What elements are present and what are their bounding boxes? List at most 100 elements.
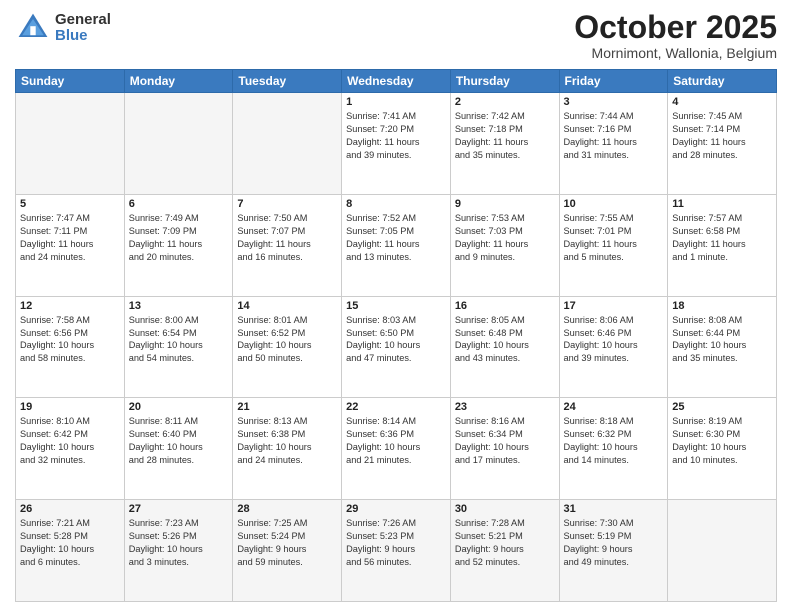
title-block: October 2025 Mornimont, Wallonia, Belgiu… bbox=[574, 10, 777, 61]
day-number: 5 bbox=[20, 198, 120, 210]
calendar-cell: 13 Sunrise: 8:00 AMSunset: 6:54 PMDayligh… bbox=[124, 296, 233, 398]
calendar-cell: 29 Sunrise: 7:26 AMSunset: 5:23 PMDayligh… bbox=[342, 500, 451, 602]
day-number: 17 bbox=[564, 300, 664, 312]
calendar-cell: 1 Sunrise: 7:41 AMSunset: 7:20 PMDaylight… bbox=[342, 93, 451, 195]
day-number: 24 bbox=[564, 401, 664, 413]
calendar-cell: 31 Sunrise: 7:30 AMSunset: 5:19 PMDayligh… bbox=[559, 500, 668, 602]
calendar-cell: 7Sunrise: 7:50 AMSunset: 7:07 PMDaylight… bbox=[233, 194, 342, 296]
day-number: 12 bbox=[20, 300, 120, 312]
day-info: Sunrise: 7:25 AMSunset: 5:24 PMDaylight:… bbox=[237, 517, 337, 569]
calendar-table: Sunday Monday Tuesday Wednesday Thursday… bbox=[15, 69, 777, 602]
day-info: Sunrise: 7:47 AMSunset: 7:11 PMDaylight:… bbox=[20, 212, 120, 264]
day-info: Sunrise: 7:45 AMSunset: 7:14 PMDaylight:… bbox=[672, 110, 772, 162]
calendar-cell: 19 Sunrise: 8:10 AMSunset: 6:42 PMDayligh… bbox=[16, 398, 125, 500]
day-number: 26 bbox=[20, 503, 120, 515]
day-number: 8 bbox=[346, 198, 446, 210]
calendar-header-row: Sunday Monday Tuesday Wednesday Thursday… bbox=[16, 70, 777, 93]
calendar-cell: 4 Sunrise: 7:45 AMSunset: 7:14 PMDaylight… bbox=[668, 93, 777, 195]
day-info: Sunrise: 8:19 AMSunset: 6:30 PMDaylight:… bbox=[672, 415, 772, 467]
calendar-cell: 14 Sunrise: 8:01 AMSunset: 6:52 PMDayligh… bbox=[233, 296, 342, 398]
day-info: Sunrise: 7:28 AMSunset: 5:21 PMDaylight:… bbox=[455, 517, 555, 569]
day-info: Sunrise: 7:55 AMSunset: 7:01 PMDaylight:… bbox=[564, 212, 664, 264]
day-info: Sunrise: 8:16 AMSunset: 6:34 PMDaylight:… bbox=[455, 415, 555, 467]
day-number: 30 bbox=[455, 503, 555, 515]
day-info: Sunrise: 7:57 AMSunset: 6:58 PMDaylight:… bbox=[672, 212, 772, 264]
day-number: 6 bbox=[129, 198, 229, 210]
day-info: Sunrise: 8:00 AMSunset: 6:54 PMDaylight:… bbox=[129, 314, 229, 366]
day-number: 29 bbox=[346, 503, 446, 515]
logo: General Blue bbox=[15, 10, 111, 46]
day-info: Sunrise: 7:42 AMSunset: 7:18 PMDaylight:… bbox=[455, 110, 555, 162]
calendar-cell: 15Sunrise: 8:03 AMSunset: 6:50 PMDayligh… bbox=[342, 296, 451, 398]
day-info: Sunrise: 7:23 AMSunset: 5:26 PMDaylight:… bbox=[129, 517, 229, 569]
day-info: Sunrise: 7:21 AMSunset: 5:28 PMDaylight:… bbox=[20, 517, 120, 569]
day-info: Sunrise: 7:26 AMSunset: 5:23 PMDaylight:… bbox=[346, 517, 446, 569]
calendar-cell bbox=[16, 93, 125, 195]
day-info: Sunrise: 8:10 AMSunset: 6:42 PMDaylight:… bbox=[20, 415, 120, 467]
calendar-cell: 3Sunrise: 7:44 AMSunset: 7:16 PMDaylight… bbox=[559, 93, 668, 195]
logo-general-text: General bbox=[55, 12, 111, 29]
calendar-cell: 10 Sunrise: 7:55 AMSunset: 7:01 PMDayligh… bbox=[559, 194, 668, 296]
day-number: 10 bbox=[564, 198, 664, 210]
day-info: Sunrise: 7:52 AMSunset: 7:05 PMDaylight:… bbox=[346, 212, 446, 264]
col-wednesday: Wednesday bbox=[342, 70, 451, 93]
day-number: 9 bbox=[455, 198, 555, 210]
calendar-cell: 21 Sunrise: 8:13 AMSunset: 6:38 PMDayligh… bbox=[233, 398, 342, 500]
calendar-cell: 23Sunrise: 8:16 AMSunset: 6:34 PMDayligh… bbox=[450, 398, 559, 500]
col-saturday: Saturday bbox=[668, 70, 777, 93]
page: General Blue October 2025 Mornimont, Wal… bbox=[0, 0, 792, 612]
day-info: Sunrise: 8:01 AMSunset: 6:52 PMDaylight:… bbox=[237, 314, 337, 366]
day-info: Sunrise: 8:06 AMSunset: 6:46 PMDaylight:… bbox=[564, 314, 664, 366]
day-number: 18 bbox=[672, 300, 772, 312]
calendar-cell: 27 Sunrise: 7:23 AMSunset: 5:26 PMDayligh… bbox=[124, 500, 233, 602]
calendar-cell: 22Sunrise: 8:14 AMSunset: 6:36 PMDayligh… bbox=[342, 398, 451, 500]
month-title: October 2025 bbox=[574, 10, 777, 45]
calendar-cell bbox=[233, 93, 342, 195]
day-info: Sunrise: 8:08 AMSunset: 6:44 PMDaylight:… bbox=[672, 314, 772, 366]
day-info: Sunrise: 8:11 AMSunset: 6:40 PMDaylight:… bbox=[129, 415, 229, 467]
day-info: Sunrise: 7:53 AMSunset: 7:03 PMDaylight:… bbox=[455, 212, 555, 264]
calendar-cell: 16Sunrise: 8:05 AMSunset: 6:48 PMDayligh… bbox=[450, 296, 559, 398]
week-row-1: 5 Sunrise: 7:47 AMSunset: 7:11 PMDaylight… bbox=[16, 194, 777, 296]
logo-blue-text: Blue bbox=[55, 28, 111, 45]
day-number: 7 bbox=[237, 198, 337, 210]
day-number: 11 bbox=[672, 198, 772, 210]
day-info: Sunrise: 8:05 AMSunset: 6:48 PMDaylight:… bbox=[455, 314, 555, 366]
day-number: 1 bbox=[346, 96, 446, 108]
day-info: Sunrise: 7:58 AMSunset: 6:56 PMDaylight:… bbox=[20, 314, 120, 366]
calendar-cell: 28 Sunrise: 7:25 AMSunset: 5:24 PMDayligh… bbox=[233, 500, 342, 602]
calendar-cell: 17 Sunrise: 8:06 AMSunset: 6:46 PMDayligh… bbox=[559, 296, 668, 398]
day-info: Sunrise: 8:13 AMSunset: 6:38 PMDaylight:… bbox=[237, 415, 337, 467]
calendar-cell: 25Sunrise: 8:19 AMSunset: 6:30 PMDayligh… bbox=[668, 398, 777, 500]
day-number: 2 bbox=[455, 96, 555, 108]
day-info: Sunrise: 7:41 AMSunset: 7:20 PMDaylight:… bbox=[346, 110, 446, 162]
logo-icon bbox=[15, 10, 51, 46]
location-subtitle: Mornimont, Wallonia, Belgium bbox=[574, 45, 777, 61]
day-number: 4 bbox=[672, 96, 772, 108]
calendar-cell bbox=[668, 500, 777, 602]
day-info: Sunrise: 7:30 AMSunset: 5:19 PMDaylight:… bbox=[564, 517, 664, 569]
week-row-3: 19 Sunrise: 8:10 AMSunset: 6:42 PMDayligh… bbox=[16, 398, 777, 500]
calendar-cell: 20Sunrise: 8:11 AMSunset: 6:40 PMDayligh… bbox=[124, 398, 233, 500]
col-sunday: Sunday bbox=[16, 70, 125, 93]
calendar-cell: 5 Sunrise: 7:47 AMSunset: 7:11 PMDaylight… bbox=[16, 194, 125, 296]
day-number: 19 bbox=[20, 401, 120, 413]
day-number: 27 bbox=[129, 503, 229, 515]
calendar-cell: 9 Sunrise: 7:53 AMSunset: 7:03 PMDaylight… bbox=[450, 194, 559, 296]
day-number: 14 bbox=[237, 300, 337, 312]
day-number: 31 bbox=[564, 503, 664, 515]
col-monday: Monday bbox=[124, 70, 233, 93]
day-number: 22 bbox=[346, 401, 446, 413]
week-row-2: 12 Sunrise: 7:58 AMSunset: 6:56 PMDayligh… bbox=[16, 296, 777, 398]
col-thursday: Thursday bbox=[450, 70, 559, 93]
col-tuesday: Tuesday bbox=[233, 70, 342, 93]
week-row-4: 26 Sunrise: 7:21 AMSunset: 5:28 PMDayligh… bbox=[16, 500, 777, 602]
calendar-cell: 11 Sunrise: 7:57 AMSunset: 6:58 PMDayligh… bbox=[668, 194, 777, 296]
day-number: 13 bbox=[129, 300, 229, 312]
day-info: Sunrise: 8:18 AMSunset: 6:32 PMDaylight:… bbox=[564, 415, 664, 467]
calendar-cell: 30 Sunrise: 7:28 AMSunset: 5:21 PMDayligh… bbox=[450, 500, 559, 602]
day-number: 21 bbox=[237, 401, 337, 413]
calendar-cell: 26 Sunrise: 7:21 AMSunset: 5:28 PMDayligh… bbox=[16, 500, 125, 602]
logo-text: General Blue bbox=[55, 12, 111, 45]
day-number: 28 bbox=[237, 503, 337, 515]
